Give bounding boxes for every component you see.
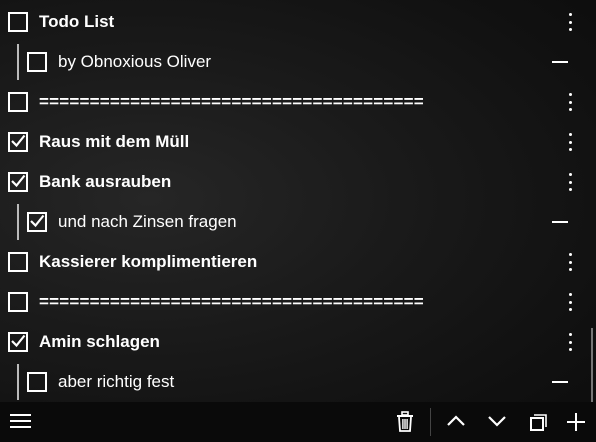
todo-list: Todo List by Obnoxious Oliver ============… [0,2,596,402]
checkbox-unchecked[interactable] [8,292,28,312]
hamburger-menu-icon[interactable] [10,412,32,430]
chevron-up-icon[interactable] [446,414,466,428]
more-options-icon[interactable] [564,292,576,312]
separator-label[interactable]: ====================================== [39,92,424,112]
checkbox-checked[interactable] [8,172,28,192]
separator-row[interactable]: ====================================== [0,282,596,322]
checkbox-unchecked[interactable] [8,252,28,272]
more-options-icon[interactable] [564,92,576,112]
chevron-down-icon[interactable] [487,414,507,428]
task-label[interactable]: Todo List [39,12,114,32]
task-label[interactable]: aber richtig fest [58,372,174,392]
toolbar-divider [430,408,431,436]
task-row[interactable]: Todo List [0,2,596,42]
task-row[interactable]: Bank ausrauben [0,162,596,202]
restore-window-icon[interactable] [529,414,547,432]
subtask-row[interactable]: by Obnoxious Oliver [0,42,596,82]
checkbox-checked[interactable] [8,332,28,352]
task-label[interactable]: Raus mit dem Müll [39,132,189,152]
subtask-indent-line [17,204,19,240]
checkbox-checked[interactable] [27,212,47,232]
task-row[interactable]: Raus mit dem Müll [0,122,596,162]
more-options-icon[interactable] [564,172,576,192]
subtask-indent-line [17,44,19,80]
checkbox-unchecked[interactable] [8,12,28,32]
task-label[interactable]: Amin schlagen [39,332,160,352]
todo-app-window: Todo List by Obnoxious Oliver ============… [0,0,596,442]
subtask-row[interactable]: und nach Zinsen fragen [0,202,596,242]
separator-label[interactable]: ====================================== [39,292,424,312]
checkbox-unchecked[interactable] [27,52,47,72]
more-options-icon[interactable] [564,332,576,352]
scrollbar[interactable] [591,328,593,402]
remove-subtask-icon[interactable] [552,221,568,223]
task-label[interactable]: Kassierer komplimentieren [39,252,257,272]
trash-icon[interactable] [395,411,415,433]
plus-icon[interactable] [566,412,586,432]
subtask-indent-line [17,364,19,400]
checkbox-unchecked[interactable] [27,372,47,392]
task-label[interactable]: by Obnoxious Oliver [58,52,211,72]
task-label[interactable]: und nach Zinsen fragen [58,212,237,232]
task-row[interactable]: Kassierer komplimentieren [0,242,596,282]
task-label[interactable]: Bank ausrauben [39,172,171,192]
checkbox-checked[interactable] [8,132,28,152]
task-row[interactable]: Amin schlagen [0,322,596,362]
remove-subtask-icon[interactable] [552,61,568,63]
more-options-icon[interactable] [564,252,576,272]
more-options-icon[interactable] [564,12,576,32]
bottom-toolbar [0,402,596,442]
separator-row[interactable]: ====================================== [0,82,596,122]
more-options-icon[interactable] [564,132,576,152]
checkbox-unchecked[interactable] [8,92,28,112]
remove-subtask-icon[interactable] [552,381,568,383]
subtask-row[interactable]: aber richtig fest [0,362,596,402]
